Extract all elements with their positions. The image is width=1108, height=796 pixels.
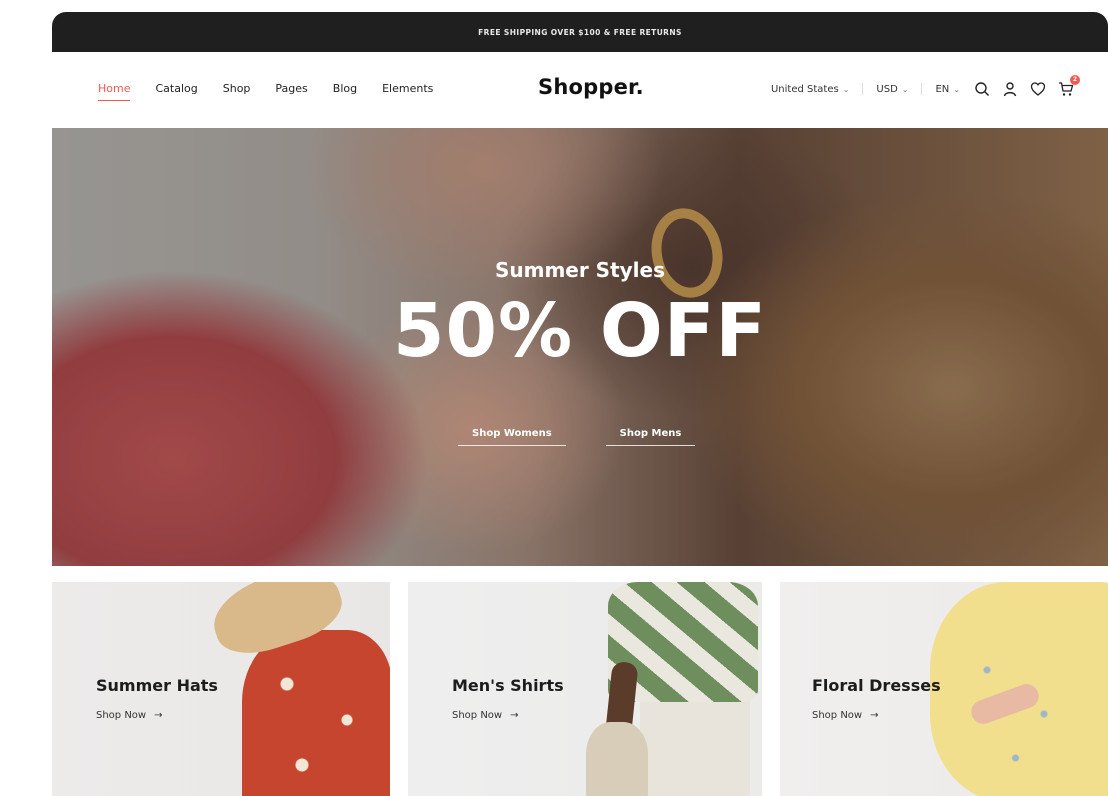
shop-now-label: Shop Now — [452, 710, 503, 721]
site-header: Home Catalog Shop Pages Blog Elements Sh… — [52, 52, 1108, 128]
country-value: United States — [770, 83, 839, 95]
announcement-bar: FREE SHIPPING OVER $100 & FREE RETURNS — [52, 12, 1108, 52]
shop-womens-link[interactable]: Shop Womens — [458, 428, 566, 446]
search-icon[interactable] — [974, 81, 990, 97]
language-select[interactable]: EN ⌄ — [935, 84, 960, 95]
bag-image — [586, 722, 648, 796]
announcement-text: FREE SHIPPING OVER $100 & FREE RETURNS — [478, 27, 682, 37]
shop-now-link[interactable]: Shop Now → — [812, 710, 879, 721]
category-cards: Summer Hats Shop Now → Men's Shirts Shop … — [52, 582, 1108, 796]
hero-subtitle: Summer Styles — [494, 258, 666, 282]
nav-item-pages[interactable]: Pages — [275, 82, 307, 95]
header-actions: United States ⌄ USD ⌄ EN ⌄ 2 — [771, 75, 1080, 100]
nav-item-elements[interactable]: Elements — [382, 82, 433, 95]
shop-mens-link[interactable]: Shop Mens — [605, 428, 696, 446]
shop-now-link[interactable]: Shop Now → — [452, 710, 519, 721]
hero-title: 50% OFF — [393, 288, 767, 374]
nav-item-home[interactable]: Home — [98, 82, 131, 101]
divider — [862, 83, 864, 95]
user-icon[interactable] — [1002, 81, 1018, 97]
divider — [921, 83, 923, 95]
site-logo[interactable]: Shopper. — [538, 75, 644, 99]
nav-item-catalog[interactable]: Catalog — [155, 82, 197, 95]
arrow-right-icon: → — [154, 710, 163, 721]
nav-item-shop[interactable]: Shop — [223, 82, 251, 95]
currency-select[interactable]: USD ⌄ — [876, 84, 908, 95]
browser-page: FREE SHIPPING OVER $100 & FREE RETURNS H… — [52, 12, 1108, 796]
chevron-down-icon: ⌄ — [842, 84, 850, 94]
main-nav: Home Catalog Shop Pages Blog Elements — [98, 82, 458, 101]
card-title: Men's Shirts — [452, 676, 564, 695]
category-card-floral-dresses[interactable]: Floral Dresses Shop Now → — [780, 582, 1108, 796]
nav-item-blog[interactable]: Blog — [333, 82, 357, 95]
heart-icon[interactable] — [1030, 81, 1046, 97]
hero-banner: Summer Styles 50% OFF Shop Womens Shop M… — [52, 128, 1108, 566]
cart-icon[interactable]: 2 — [1058, 75, 1080, 97]
category-card-summer-hats[interactable]: Summer Hats Shop Now → — [52, 582, 390, 796]
country-select[interactable]: United States ⌄ — [771, 84, 849, 95]
shop-now-label: Shop Now — [812, 710, 863, 721]
arrow-right-icon: → — [870, 710, 879, 721]
model-image — [242, 630, 390, 796]
chevron-down-icon: ⌄ — [953, 84, 960, 94]
language-value: EN — [935, 83, 950, 95]
currency-value: USD — [876, 83, 898, 95]
arrow-right-icon: → — [510, 710, 519, 721]
shop-now-label: Shop Now — [96, 710, 147, 721]
card-title: Floral Dresses — [812, 676, 941, 695]
shop-now-link[interactable]: Shop Now → — [96, 710, 163, 721]
hero-links: Shop Womens Shop Mens — [458, 428, 696, 446]
cart-count-badge: 2 — [1070, 75, 1080, 85]
header-icons: 2 — [974, 75, 1080, 97]
chevron-down-icon: ⌄ — [901, 84, 909, 94]
card-title: Summer Hats — [96, 676, 218, 695]
category-card-mens-shirts[interactable]: Men's Shirts Shop Now → — [408, 582, 762, 796]
pants-image — [640, 692, 750, 796]
